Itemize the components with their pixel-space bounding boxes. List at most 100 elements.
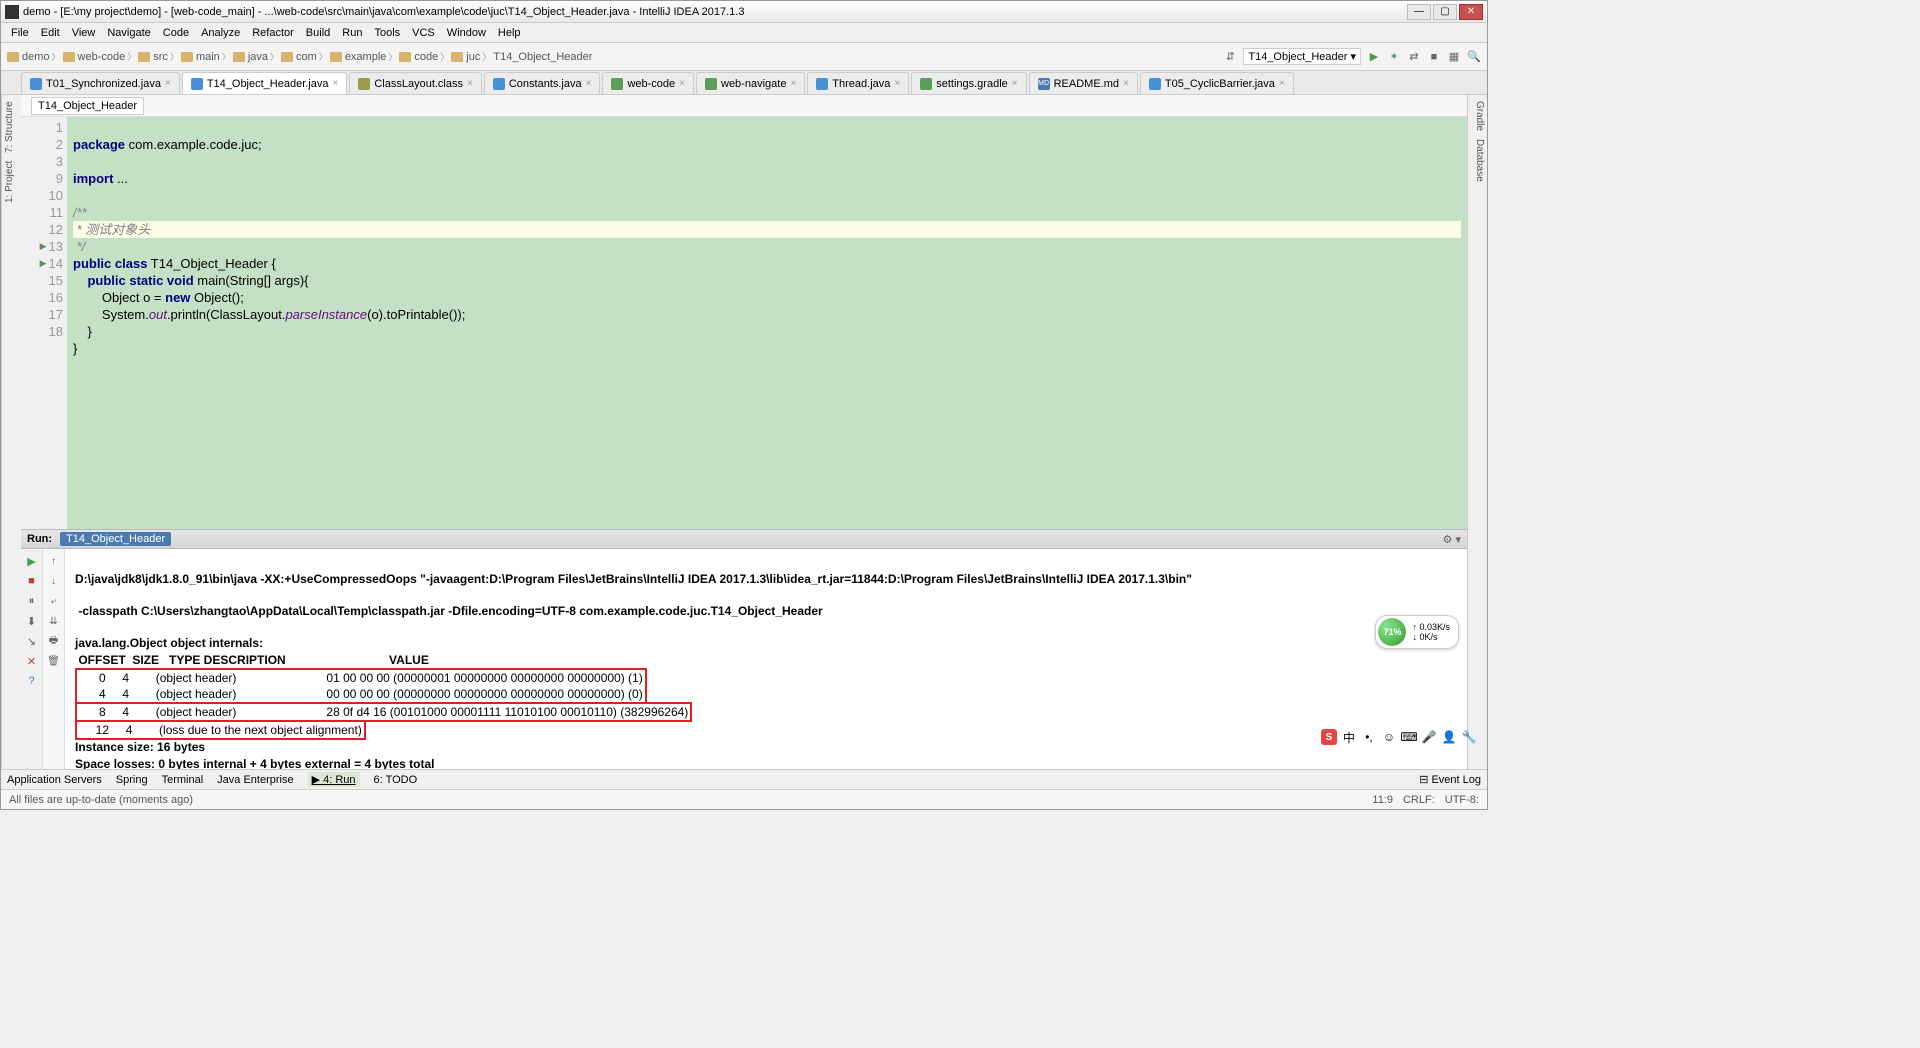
close-tab-icon[interactable]: × bbox=[1123, 78, 1129, 89]
sogou-icon[interactable]: S bbox=[1321, 729, 1337, 745]
maximize-button[interactable]: ▢ bbox=[1433, 4, 1457, 20]
tab-settings.gradle[interactable]: settings.gradle× bbox=[911, 72, 1026, 94]
run-settings-icon[interactable]: ⚙ ▾ bbox=[1443, 533, 1461, 546]
menu-window[interactable]: Window bbox=[441, 25, 492, 41]
pause-icon[interactable]: ⏸ bbox=[24, 593, 40, 609]
class-crumb[interactable]: T14_Object_Header bbox=[31, 97, 144, 115]
minimize-button[interactable]: — bbox=[1407, 4, 1431, 20]
debug-button[interactable]: ✶ bbox=[1387, 50, 1401, 64]
caret-pos[interactable]: 11:9 bbox=[1372, 794, 1393, 806]
code-editor[interactable]: 1239101112▶13▶1415161718 package com.exa… bbox=[21, 117, 1467, 529]
menu-file[interactable]: File bbox=[5, 25, 35, 41]
menu-view[interactable]: View bbox=[66, 25, 102, 41]
tool-gradle[interactable]: Gradle bbox=[1470, 101, 1485, 131]
tab-T05_CyclicBarrier.java[interactable]: T05_CyclicBarrier.java× bbox=[1140, 72, 1294, 94]
menu-build[interactable]: Build bbox=[300, 25, 336, 41]
tool-spring[interactable]: Spring bbox=[116, 774, 148, 786]
tool-4--run[interactable]: ▶ 4: Run bbox=[308, 772, 360, 787]
coverage-button[interactable]: ⇄ bbox=[1407, 50, 1421, 64]
crumb-T14_Object_Header[interactable]: T14_Object_Header bbox=[493, 51, 592, 63]
close-tab-icon[interactable]: × bbox=[586, 78, 592, 89]
close-tab-icon[interactable]: × bbox=[333, 78, 339, 89]
close-tab-icon[interactable]: × bbox=[165, 78, 171, 89]
menu-navigate[interactable]: Navigate bbox=[101, 25, 156, 41]
run-gutter-icon[interactable]: ▶ bbox=[40, 255, 47, 272]
close-tab-icon[interactable]: × bbox=[894, 78, 900, 89]
menu-edit[interactable]: Edit bbox=[35, 25, 66, 41]
tab-web-code[interactable]: web-code× bbox=[602, 72, 694, 94]
crumb-code[interactable]: code bbox=[399, 51, 438, 63]
dump-icon[interactable]: ⬇ bbox=[24, 613, 40, 629]
close-run-icon[interactable]: ✕ bbox=[24, 653, 40, 669]
close-tab-icon[interactable]: × bbox=[790, 78, 796, 89]
exit-icon[interactable]: ↘ bbox=[24, 633, 40, 649]
tool-project[interactable]: 1: Project bbox=[4, 161, 19, 203]
run-button[interactable]: ▶ bbox=[1367, 50, 1381, 64]
tool-structure[interactable]: 7: Structure bbox=[4, 101, 19, 153]
crumb-java[interactable]: java bbox=[233, 51, 268, 63]
run-config-chip[interactable]: T14_Object_Header bbox=[60, 532, 171, 546]
crumb-juc[interactable]: juc bbox=[451, 51, 480, 63]
tab-web-navigate[interactable]: web-navigate× bbox=[696, 72, 805, 94]
console-output[interactable]: D:\java\jdk8\jdk1.8.0_91\bin\java -XX:+U… bbox=[65, 549, 1467, 769]
close-tab-icon[interactable]: × bbox=[1012, 78, 1018, 89]
scroll-icon[interactable]: ⇊ bbox=[46, 613, 62, 629]
menu-code[interactable]: Code bbox=[157, 25, 195, 41]
ime-mic-icon[interactable]: 🎤 bbox=[1421, 729, 1437, 745]
stop-button[interactable]: ■ bbox=[1427, 50, 1441, 64]
menu-help[interactable]: Help bbox=[492, 25, 527, 41]
up-icon[interactable]: ↑ bbox=[46, 553, 62, 569]
ime-keyboard-icon[interactable]: ⌨ bbox=[1401, 729, 1417, 745]
crumb-web-code[interactable]: web-code bbox=[63, 51, 126, 63]
crumb-demo[interactable]: demo bbox=[7, 51, 50, 63]
layout-icon[interactable]: ▦ bbox=[1447, 50, 1461, 64]
menubar[interactable]: FileEditViewNavigateCodeAnalyzeRefactorB… bbox=[1, 23, 1487, 43]
crumb-src[interactable]: src bbox=[138, 51, 168, 63]
code-area[interactable]: package com.example.code.juc; import ...… bbox=[67, 117, 1467, 529]
menu-tools[interactable]: Tools bbox=[368, 25, 406, 41]
tab-T14_Object_Header.java[interactable]: T14_Object_Header.java× bbox=[182, 72, 348, 94]
gutter[interactable]: 1239101112▶13▶1415161718 bbox=[21, 117, 67, 529]
wrap-icon[interactable]: ⤶ bbox=[46, 593, 62, 609]
tab-T01_Synchronized.java[interactable]: T01_Synchronized.java× bbox=[21, 72, 180, 94]
tab-Thread.java[interactable]: Thread.java× bbox=[807, 72, 909, 94]
down-icon[interactable]: ↓ bbox=[46, 573, 62, 589]
tool-database[interactable]: Database bbox=[1470, 139, 1485, 182]
ime-emoji-icon[interactable]: ☺ bbox=[1381, 729, 1397, 745]
encoding[interactable]: UTF-8: bbox=[1445, 794, 1479, 806]
rerun-icon[interactable]: ▶ bbox=[24, 553, 40, 569]
tab-README.md[interactable]: MDREADME.md× bbox=[1029, 72, 1138, 94]
ime-tool-icon[interactable]: 🔧 bbox=[1461, 729, 1477, 745]
menu-refactor[interactable]: Refactor bbox=[246, 25, 300, 41]
crumb-example[interactable]: example bbox=[330, 51, 387, 63]
event-log-button[interactable]: ⊟ Event Log bbox=[1419, 773, 1481, 786]
run-config-dropdown[interactable]: T14_Object_Header ▾ bbox=[1243, 48, 1361, 65]
stop-icon[interactable]: ■ bbox=[24, 573, 40, 589]
tool-terminal[interactable]: Terminal bbox=[162, 774, 204, 786]
tool-java-enterprise[interactable]: Java Enterprise bbox=[217, 774, 293, 786]
close-tab-icon[interactable]: × bbox=[467, 78, 473, 89]
clear-icon[interactable]: 🗑 bbox=[46, 653, 62, 669]
help-icon[interactable]: ? bbox=[24, 673, 40, 689]
crumb-main[interactable]: main bbox=[181, 51, 220, 63]
print-icon[interactable]: 🖶 bbox=[46, 633, 62, 649]
crumb-com[interactable]: com bbox=[281, 51, 317, 63]
menu-vcs[interactable]: VCS bbox=[406, 25, 441, 41]
tool-6--todo[interactable]: 6: TODO bbox=[374, 774, 418, 786]
menu-run[interactable]: Run bbox=[336, 25, 368, 41]
close-button[interactable]: ✕ bbox=[1459, 4, 1483, 20]
line-sep[interactable]: CRLF: bbox=[1403, 794, 1435, 806]
tab-ClassLayout.class[interactable]: ClassLayout.class× bbox=[349, 72, 482, 94]
ime-punct-icon[interactable]: •, bbox=[1361, 729, 1377, 745]
tab-Constants.java[interactable]: Constants.java× bbox=[484, 72, 601, 94]
close-tab-icon[interactable]: × bbox=[1279, 78, 1285, 89]
ime-user-icon[interactable]: 👤 bbox=[1441, 729, 1457, 745]
tool-application-servers[interactable]: Application Servers bbox=[7, 774, 102, 786]
ime-cn-icon[interactable]: 中 bbox=[1341, 729, 1357, 745]
search-everywhere-icon[interactable]: 🔍 bbox=[1467, 50, 1481, 64]
collapse-icon[interactable]: ⇵ bbox=[1223, 50, 1237, 64]
network-meter[interactable]: 71% ↑ 0.03K/s ↓ 0K/s bbox=[1375, 615, 1459, 649]
run-gutter-icon[interactable]: ▶ bbox=[40, 238, 47, 255]
close-tab-icon[interactable]: × bbox=[679, 78, 685, 89]
menu-analyze[interactable]: Analyze bbox=[195, 25, 246, 41]
